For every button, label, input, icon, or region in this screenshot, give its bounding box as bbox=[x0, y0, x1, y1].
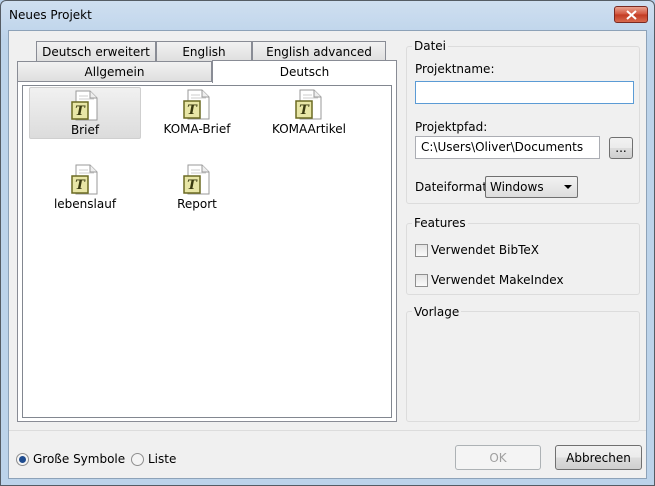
large-icons-radio[interactable]: Große Symbole bbox=[16, 452, 125, 466]
chevron-down-icon bbox=[564, 185, 572, 189]
bibtex-label: Verwendet BibTeX bbox=[431, 243, 539, 257]
svg-text:T: T bbox=[75, 178, 86, 193]
projektpfad-label: Projektpfad: bbox=[415, 120, 488, 134]
close-button[interactable] bbox=[614, 6, 648, 23]
tab-label: Deutsch bbox=[279, 65, 330, 79]
template-label: KOMAArtikel bbox=[272, 122, 346, 136]
svg-text:T: T bbox=[299, 103, 310, 118]
tab-label: English advanced bbox=[266, 45, 372, 59]
browse-button-label: ... bbox=[615, 141, 627, 155]
cancel-button[interactable]: Abbrechen bbox=[555, 445, 642, 470]
bottom-separator bbox=[9, 430, 646, 431]
template-label: KOMA-Brief bbox=[163, 122, 231, 136]
vorlage-group-title: Vorlage bbox=[412, 305, 462, 319]
tab-label: Deutsch erweitert bbox=[42, 45, 150, 59]
checkbox-box[interactable] bbox=[415, 273, 428, 287]
dateiformat-label: Dateiformat: bbox=[415, 180, 492, 194]
large-icons-label: Große Symbole bbox=[33, 452, 126, 466]
list-label: Liste bbox=[148, 452, 177, 466]
tex-document-icon: T bbox=[71, 90, 98, 121]
features-group-title: Features bbox=[412, 216, 468, 230]
svg-text:T: T bbox=[75, 104, 86, 119]
vorlage-group bbox=[406, 311, 640, 422]
bibtex-checkbox[interactable]: Verwendet BibTeX bbox=[415, 243, 539, 257]
tex-document-icon: T bbox=[295, 89, 322, 120]
projektname-label: Projektname: bbox=[415, 62, 495, 76]
dateiformat-select[interactable]: Windows bbox=[485, 176, 578, 198]
template-item-komaartikel[interactable]: T KOMAArtikel bbox=[253, 87, 365, 139]
ok-button[interactable]: OK bbox=[455, 445, 541, 470]
window-title: Neues Projekt bbox=[9, 8, 92, 22]
template-label: Report bbox=[177, 197, 217, 211]
radio-button[interactable] bbox=[16, 452, 29, 466]
close-icon bbox=[625, 9, 637, 20]
list-radio[interactable]: Liste bbox=[131, 452, 176, 466]
template-label: Brief bbox=[70, 123, 100, 137]
tab-panel-deutsch: T Brief T KOMA-Brief T KOMAArtikel T leb… bbox=[17, 81, 397, 422]
radio-button[interactable] bbox=[131, 452, 144, 466]
template-item-koma-brief[interactable]: T KOMA-Brief bbox=[141, 87, 253, 139]
svg-text:T: T bbox=[187, 178, 198, 193]
browse-button[interactable]: ... bbox=[609, 137, 633, 159]
tex-document-icon: T bbox=[183, 164, 210, 195]
tab-deutsch-erweitert[interactable]: Deutsch erweitert bbox=[36, 41, 156, 62]
tab-label: Allgemein bbox=[84, 65, 145, 79]
cancel-label: Abbrechen bbox=[566, 450, 631, 465]
tab-deutsch[interactable]: Deutsch bbox=[212, 60, 397, 83]
makeindex-label: Verwendet MakeIndex bbox=[431, 273, 564, 287]
template-item-lebenslauf[interactable]: T lebenslauf bbox=[29, 162, 141, 214]
tex-document-icon: T bbox=[71, 164, 98, 195]
tab-allgemein[interactable]: Allgemein bbox=[17, 61, 212, 82]
radio-selected-dot bbox=[19, 455, 26, 463]
projektpfad-input[interactable]: C:\Users\Oliver\Documents bbox=[415, 136, 600, 159]
dialog-window: Neues Projekt Deutsch erweitert English … bbox=[0, 0, 655, 486]
template-item-brief[interactable]: T Brief bbox=[29, 87, 141, 139]
dialog-client: Deutsch erweitert English English advanc… bbox=[8, 30, 647, 479]
tex-document-icon: T bbox=[183, 89, 210, 120]
projektname-input[interactable] bbox=[415, 81, 634, 104]
datei-group-title: Datei bbox=[412, 39, 449, 53]
ok-label: OK bbox=[489, 450, 507, 465]
template-item-report[interactable]: T Report bbox=[141, 162, 253, 214]
checkbox-box[interactable] bbox=[415, 243, 428, 257]
dateiformat-value: Windows bbox=[490, 180, 544, 194]
template-label: lebenslauf bbox=[53, 197, 117, 211]
tab-label: English bbox=[182, 45, 226, 59]
svg-text:T: T bbox=[187, 103, 198, 118]
title-bar[interactable]: Neues Projekt bbox=[1, 1, 654, 31]
template-list[interactable]: T Brief T KOMA-Brief T KOMAArtikel T leb… bbox=[22, 85, 392, 418]
tab-english[interactable]: English bbox=[156, 41, 252, 62]
tab-english-advanced[interactable]: English advanced bbox=[252, 41, 386, 62]
makeindex-checkbox[interactable]: Verwendet MakeIndex bbox=[415, 273, 564, 287]
